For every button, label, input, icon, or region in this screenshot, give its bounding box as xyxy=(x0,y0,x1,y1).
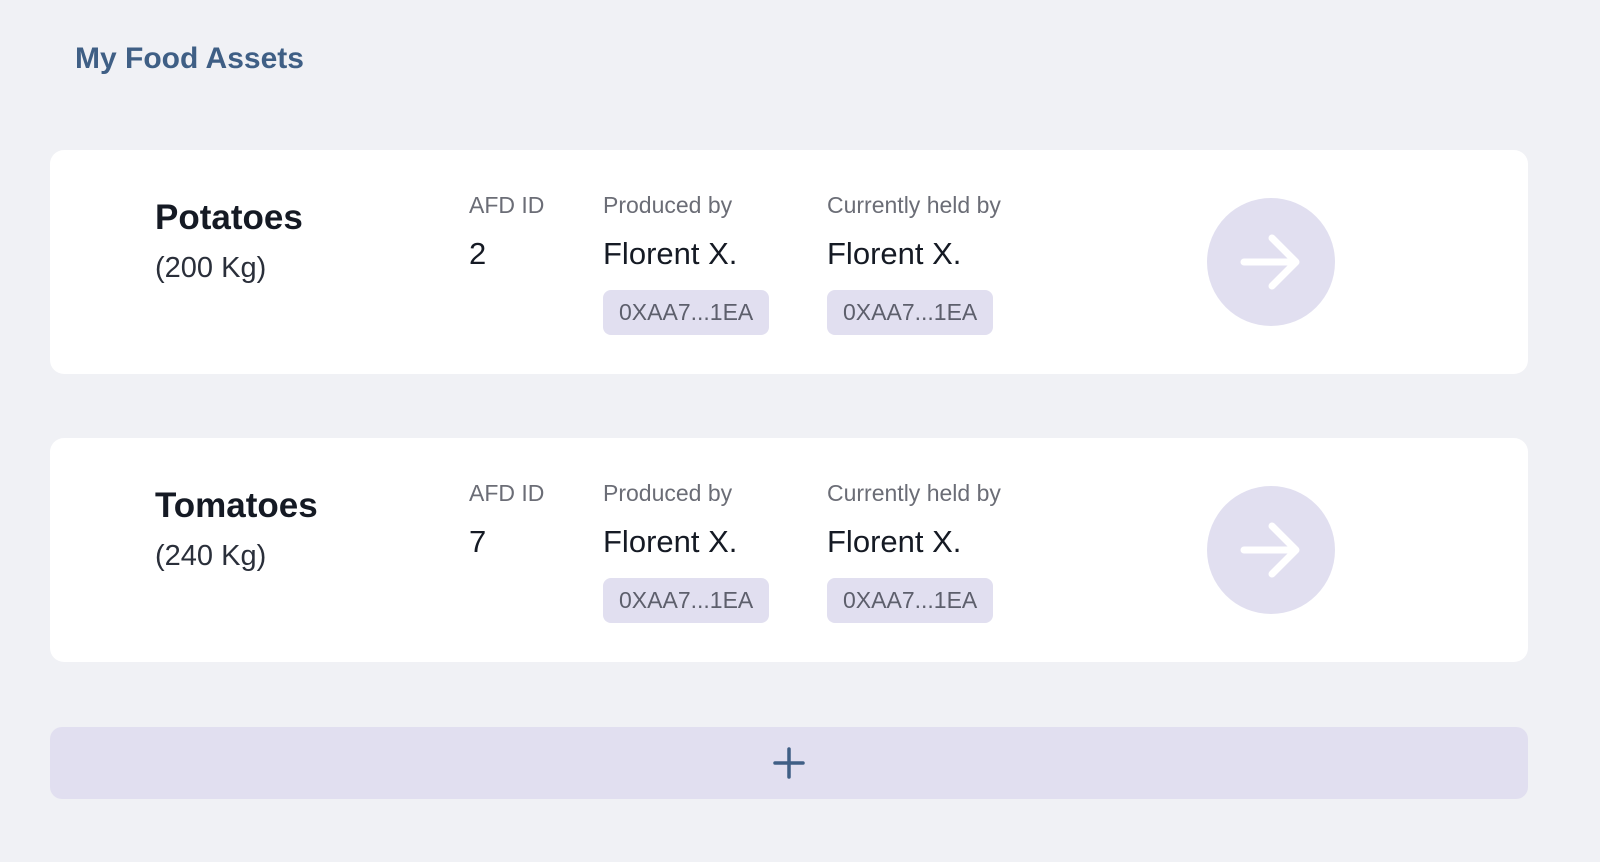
held-by-name: Florent X. xyxy=(827,236,962,271)
held-by-name: Florent X. xyxy=(827,524,962,559)
asset-quantity: (200 Kg) xyxy=(155,252,267,284)
afd-id-value: 2 xyxy=(469,236,487,271)
asset-card: Potatoes (200 Kg) AFD ID 2 Produced by F… xyxy=(50,150,1528,374)
produced-by-label: Produced by xyxy=(603,192,733,218)
produced-by-address-chip: 0XAA7...1EA xyxy=(603,290,770,335)
afd-id-label: AFD ID xyxy=(469,480,545,506)
add-asset-button[interactable] xyxy=(50,727,1528,799)
asset-card: Tomatoes (240 Kg) AFD ID 7 Produced by F… xyxy=(50,438,1528,662)
arrow-right-icon xyxy=(1240,522,1300,578)
asset-name: Potatoes xyxy=(155,198,303,237)
page-title: My Food Assets xyxy=(75,42,304,75)
produced-by-name: Florent X. xyxy=(603,524,738,559)
held-by-address-chip: 0XAA7...1EA xyxy=(827,578,994,623)
held-by-address-chip: 0XAA7...1EA xyxy=(827,290,994,335)
asset-quantity: (240 Kg) xyxy=(155,540,267,572)
produced-by-address-chip: 0XAA7...1EA xyxy=(603,578,770,623)
plus-icon xyxy=(773,747,805,779)
arrow-right-icon xyxy=(1240,234,1300,290)
open-asset-button[interactable] xyxy=(1207,486,1335,614)
held-by-label: Currently held by xyxy=(827,480,1001,506)
asset-name: Tomatoes xyxy=(155,486,318,525)
afd-id-label: AFD ID xyxy=(469,192,545,218)
open-asset-button[interactable] xyxy=(1207,198,1335,326)
produced-by-label: Produced by xyxy=(603,480,733,506)
afd-id-value: 7 xyxy=(469,524,487,559)
held-by-label: Currently held by xyxy=(827,192,1001,218)
produced-by-name: Florent X. xyxy=(603,236,738,271)
